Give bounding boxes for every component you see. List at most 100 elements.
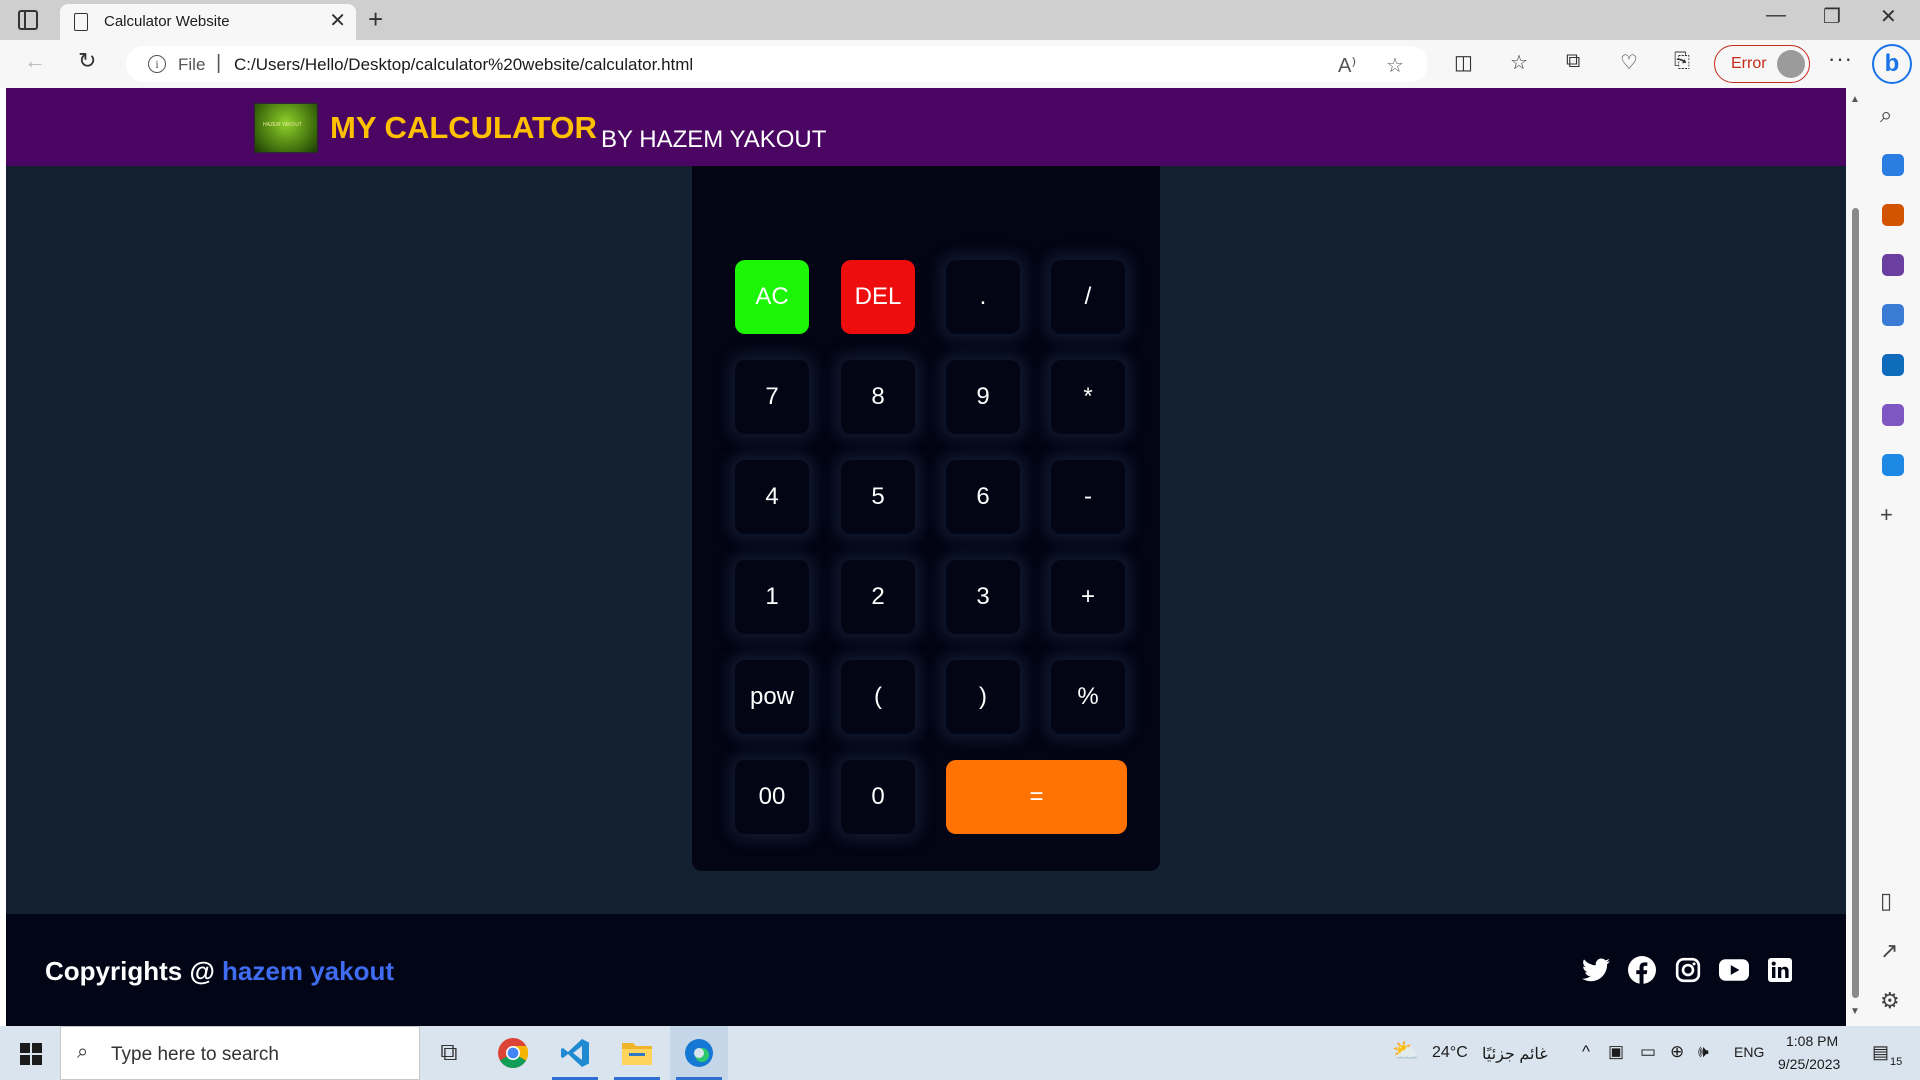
search-icon: ⌕	[77, 1041, 89, 1063]
weather-icon[interactable]: ⛅	[1392, 1038, 1419, 1064]
windows-taskbar: ⌕ Type here to search ⧉ ⛅ 24°C غائم جزئي…	[0, 1026, 1920, 1080]
back-button[interactable]: ←	[24, 48, 46, 74]
designer-icon[interactable]	[1882, 404, 1904, 426]
bing-copilot-icon[interactable]: b	[1872, 44, 1912, 84]
scroll-up-arrow-icon[interactable]: ▲	[1850, 94, 1860, 105]
collections-icon[interactable]: ⧉	[1566, 50, 1580, 73]
more-menu-icon[interactable]: ···	[1828, 46, 1853, 72]
site-footer: Copyrights @ hazem yakout	[6, 914, 1846, 1026]
network-icon[interactable]: ⊕	[1670, 1042, 1684, 1062]
twitter-icon[interactable]	[1580, 954, 1612, 986]
minimize-button[interactable]: —	[1766, 4, 1786, 27]
sidebar-add-icon[interactable]: +	[1880, 502, 1893, 528]
key-0-button[interactable]: 0	[841, 760, 915, 834]
key-multiply-button[interactable]: *	[1051, 360, 1125, 434]
key-9-button[interactable]: 9	[946, 360, 1020, 434]
key-divide-button[interactable]: /	[1051, 260, 1125, 334]
clock-date[interactable]: 9/25/2023	[1778, 1056, 1840, 1072]
instagram-icon[interactable]	[1672, 954, 1704, 986]
key-8-button[interactable]: 8	[841, 360, 915, 434]
page-scrollbar[interactable]: ▲ ▼	[1846, 88, 1864, 1026]
site-info-icon[interactable]: i	[148, 55, 166, 73]
address-scheme-label: File	[178, 55, 206, 74]
shopping-tag-icon[interactable]	[1882, 154, 1904, 176]
key-00-button[interactable]: 00	[735, 760, 809, 834]
key-decimal-button[interactable]: .	[946, 260, 1020, 334]
linkedin-icon[interactable]	[1764, 954, 1796, 986]
notifications-icon[interactable]: ▤	[1872, 1042, 1889, 1063]
site-title: MY CALCULATOR	[330, 110, 597, 145]
external-open-icon[interactable]: ↗	[1880, 938, 1898, 964]
meet-now-icon[interactable]: ▣	[1608, 1042, 1624, 1062]
drop-icon[interactable]	[1882, 454, 1904, 476]
notification-count-badge: 15	[1890, 1056, 1903, 1068]
key-ac-button[interactable]: AC	[735, 260, 809, 334]
taskbar-search-input[interactable]: ⌕ Type here to search	[60, 1026, 420, 1080]
calculator-panel: AC DEL . / 7 8 9 * 4 5 6 - 1 2 3 + pow (…	[692, 166, 1160, 871]
favorite-star-icon[interactable]: ☆	[1386, 53, 1404, 78]
key-percent-button[interactable]: %	[1051, 660, 1125, 734]
split-screen-icon[interactable]: ◫	[1454, 50, 1473, 75]
profile-error-button[interactable]: Error	[1714, 45, 1810, 83]
file-explorer-icon[interactable]	[608, 1026, 666, 1080]
address-bar[interactable]: i File | C:/Users/Hello/Desktop/calculat…	[126, 46, 1428, 82]
copyright-text: Copyrights @ hazem yakout	[45, 956, 394, 987]
key-2-button[interactable]: 2	[841, 560, 915, 634]
clock-time[interactable]: 1:08 PM	[1786, 1033, 1838, 1049]
site-header: HAZEM YAKOUT MY CALCULATOR BY HAZEM YAKO…	[6, 88, 1846, 166]
edge-icon[interactable]	[670, 1026, 728, 1080]
scroll-down-arrow-icon[interactable]: ▼	[1850, 1006, 1860, 1017]
key-1-button[interactable]: 1	[735, 560, 809, 634]
favorites-icon[interactable]: ☆	[1510, 50, 1528, 75]
author-link[interactable]: hazem yakout	[222, 956, 394, 986]
microsoft-365-icon[interactable]	[1882, 304, 1904, 326]
weather-temperature[interactable]: 24°C	[1432, 1044, 1468, 1062]
input-language[interactable]: ENG	[1734, 1044, 1764, 1060]
tab-close-icon[interactable]: ✕	[329, 8, 346, 33]
key-3-button[interactable]: 3	[946, 560, 1020, 634]
screenshot-icon[interactable]: ⎘	[1674, 50, 1690, 73]
key-del-button[interactable]: DEL	[841, 260, 915, 334]
key-pow-button[interactable]: pow	[735, 660, 809, 734]
key-subtract-button[interactable]: -	[1051, 460, 1125, 534]
page-icon	[74, 13, 88, 31]
logo-text: HAZEM YAKOUT	[263, 122, 302, 128]
key-5-button[interactable]: 5	[841, 460, 915, 534]
scrollbar-thumb[interactable]	[1852, 208, 1859, 998]
facebook-icon[interactable]	[1626, 954, 1658, 986]
tab-actions-icon[interactable]	[18, 10, 38, 30]
volume-icon[interactable]: 🕪	[1698, 1042, 1709, 1062]
copyright-prefix: Copyrights @	[45, 956, 215, 986]
key-4-button[interactable]: 4	[735, 460, 809, 534]
windows-start-icon[interactable]	[20, 1043, 42, 1065]
sidebar-panel-icon[interactable]: ▯	[1880, 888, 1892, 914]
maximize-button[interactable]: ❐	[1823, 4, 1841, 29]
chrome-icon[interactable]	[484, 1026, 542, 1080]
outlook-icon[interactable]	[1882, 354, 1904, 376]
vscode-icon[interactable]	[546, 1026, 604, 1080]
key-add-button[interactable]: +	[1051, 560, 1125, 634]
key-equals-button[interactable]: =	[946, 760, 1127, 834]
tools-icon[interactable]	[1882, 204, 1904, 226]
new-tab-button[interactable]: +	[368, 4, 383, 35]
browser-essentials-icon[interactable]: ♡	[1620, 50, 1638, 75]
battery-icon[interactable]: ▭	[1640, 1042, 1656, 1062]
key-7-button[interactable]: 7	[735, 360, 809, 434]
key-6-button[interactable]: 6	[946, 460, 1020, 534]
key-open-paren-button[interactable]: (	[841, 660, 915, 734]
sidebar-settings-icon[interactable]: ⚙	[1880, 988, 1900, 1014]
sidebar-search-icon[interactable]: ⌕	[1880, 102, 1892, 128]
refresh-button[interactable]: ↻	[78, 48, 96, 74]
weather-description[interactable]: غائم جزئيًا	[1482, 1044, 1548, 1064]
read-aloud-icon[interactable]: A⁾	[1338, 53, 1356, 78]
games-icon[interactable]	[1882, 254, 1904, 276]
browser-tab[interactable]: Calculator Website ✕	[60, 4, 356, 40]
task-view-icon[interactable]: ⧉	[420, 1026, 478, 1080]
tray-chevron-icon[interactable]: ^	[1582, 1042, 1590, 1062]
site-author-byline: BY HAZEM YAKOUT	[601, 126, 827, 153]
key-close-paren-button[interactable]: )	[946, 660, 1020, 734]
youtube-icon[interactable]	[1718, 954, 1750, 986]
close-window-button[interactable]: ✕	[1880, 4, 1897, 29]
avatar	[1777, 50, 1805, 78]
address-url[interactable]: C:/Users/Hello/Desktop/calculator%20webs…	[234, 55, 693, 75]
